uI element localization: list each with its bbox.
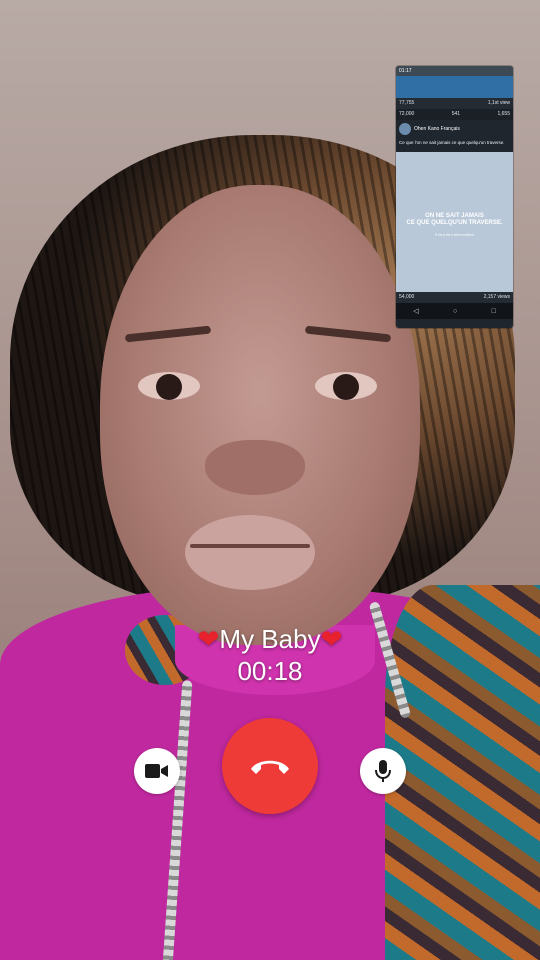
picture-in-picture-preview[interactable]: 01:17 77,755 1,1st view 72,000 541 1,655…	[396, 66, 513, 328]
pip-footer-views: 2,157 views	[483, 294, 510, 300]
lip-line	[190, 544, 310, 548]
microphone-toggle-button[interactable]	[360, 748, 406, 794]
nose	[205, 440, 305, 495]
pip-caption: Ce que l'on ne sait jamais ce que quelqu…	[399, 140, 505, 145]
pip-views-count: 1,1st view	[487, 100, 510, 106]
heart-icon-left: ❤	[197, 624, 220, 654]
pip-image-line2: CE QUE QUELQU'UN TRAVERSE.	[406, 220, 503, 226]
pip-reactions-row: 77,755 1,1st view	[396, 98, 513, 109]
end-call-icon	[248, 756, 292, 776]
pip-footer-reactions: 54,000	[399, 294, 415, 300]
pip-likes: 72,000	[399, 111, 415, 117]
pip-nav-bar: ◁ ○ □	[396, 303, 513, 319]
pip-reactions-count: 77,755	[399, 100, 415, 106]
pip-author-name: Ohen Kano Français	[414, 126, 460, 132]
pip-shares: 1,655	[497, 111, 510, 117]
pip-image-line1: ON NE SAIT JAMAIS	[425, 213, 484, 219]
right-eye	[315, 372, 377, 400]
pip-status-bar: 01:17	[396, 66, 513, 76]
pip-image-small: Il faut être bienveillant	[435, 232, 474, 237]
pip-recents-icon: □	[491, 307, 496, 315]
left-eye	[138, 372, 200, 400]
lips	[185, 515, 315, 590]
pip-back-icon: ◁	[413, 308, 419, 315]
pip-post-image: ON NE SAIT JAMAIS CE QUE QUELQU'UN TRAVE…	[396, 152, 513, 292]
microphone-icon	[375, 759, 391, 783]
end-call-button[interactable]	[222, 718, 318, 814]
pip-status-time: 01:17	[399, 68, 412, 74]
pip-avatar	[399, 123, 411, 135]
call-timer: 00:18	[237, 656, 303, 686]
caller-name: ❤My Baby❤	[0, 624, 540, 655]
heart-icon-right: ❤	[320, 624, 343, 654]
pip-header-bar	[396, 76, 513, 98]
pip-post-author: Ohen Kano Français	[396, 120, 513, 138]
pip-actions-row: 72,000 541 1,655	[396, 109, 513, 120]
pip-comments: 541	[451, 111, 461, 117]
pip-footer-row: 54,000 2,157 views	[396, 292, 513, 303]
video-toggle-button[interactable]	[134, 748, 180, 794]
caller-name-text: My Baby	[219, 624, 321, 654]
pip-home-icon: ○	[452, 307, 458, 315]
video-camera-icon	[145, 763, 169, 779]
